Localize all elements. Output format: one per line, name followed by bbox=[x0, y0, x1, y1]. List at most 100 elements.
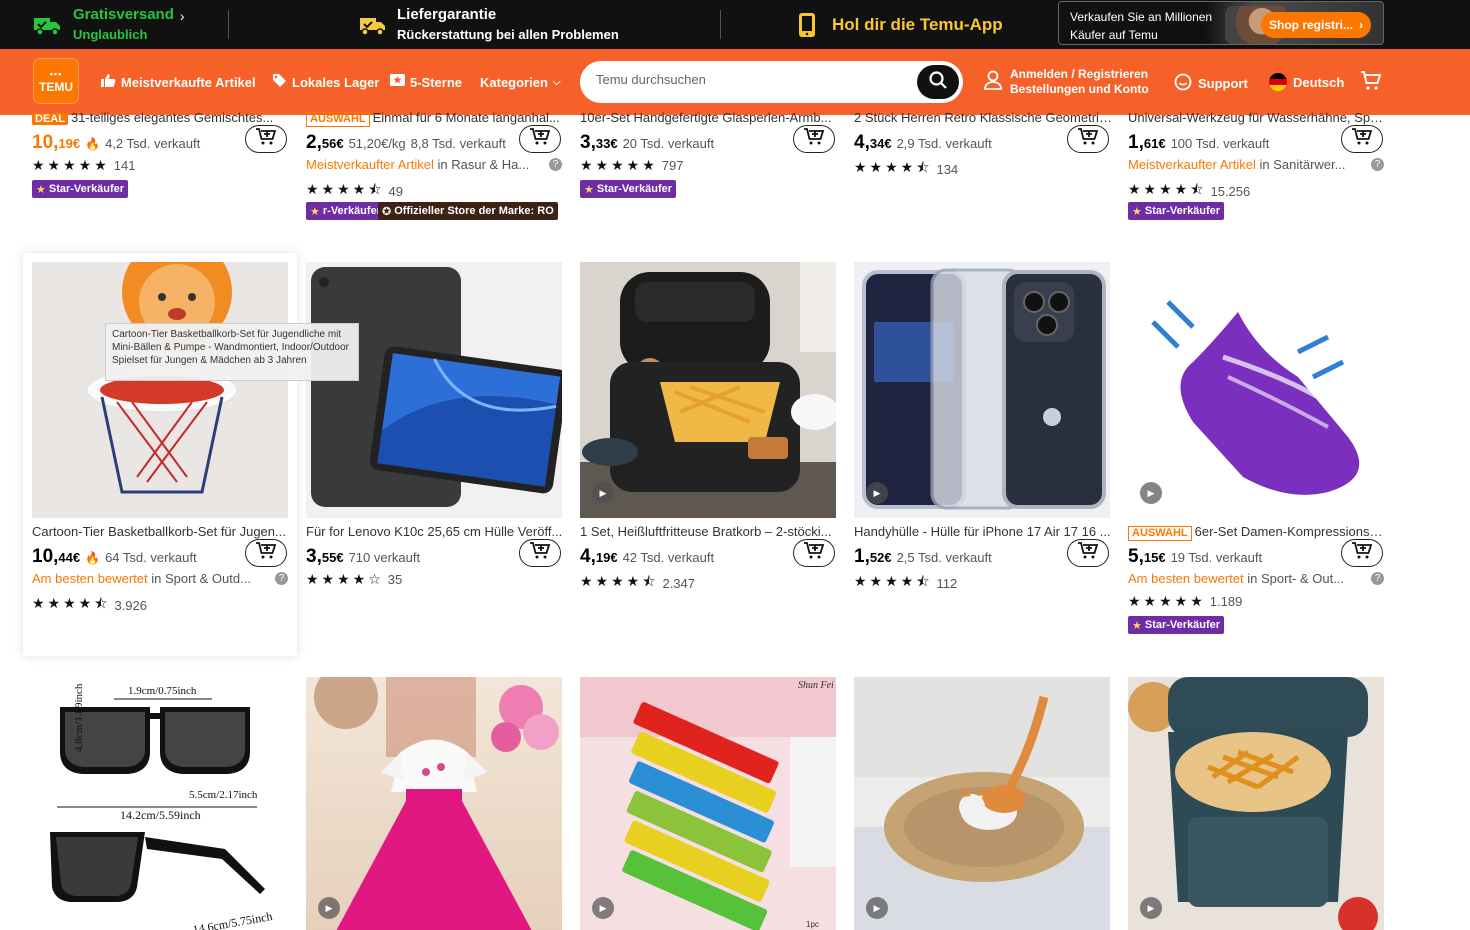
app-download-banner[interactable]: Hol dir die Temu-App bbox=[792, 0, 1003, 49]
star-rating-icon: ★★★★☆ bbox=[306, 571, 384, 587]
nav-local-warehouse[interactable]: Lokales Lager bbox=[272, 71, 379, 93]
price: 4,19€ bbox=[580, 546, 618, 568]
help-icon[interactable]: ? bbox=[1371, 158, 1384, 171]
truck-icon bbox=[33, 13, 63, 37]
add-to-cart-button[interactable] bbox=[245, 125, 287, 153]
ranking-line[interactable]: Am besten bewertet in Sport- & Out...? bbox=[1128, 571, 1386, 586]
add-to-cart-button[interactable] bbox=[1341, 125, 1383, 153]
nav-categories[interactable]: Kategorien ⌵ bbox=[480, 71, 561, 93]
nav-five-stars[interactable]: 5-Sterne bbox=[390, 71, 462, 93]
support-label: Support bbox=[1198, 76, 1248, 91]
app-title: Hol dir die Temu-App bbox=[832, 14, 1003, 34]
price-currency: € bbox=[884, 550, 892, 565]
price-currency: € bbox=[610, 550, 618, 565]
product-image[interactable] bbox=[306, 262, 562, 518]
support-link[interactable]: Support bbox=[1174, 73, 1248, 94]
cart-icon bbox=[1360, 71, 1382, 95]
divider bbox=[228, 10, 229, 39]
nav-label: Meistverkaufte Artikel bbox=[121, 74, 256, 90]
product-title[interactable]: DEAL 31-teiliges elegantes Gemischtes... bbox=[32, 110, 290, 128]
product-title[interactable]: 10er-Set Handgefertigte Glasperlen-Armb.… bbox=[580, 110, 838, 128]
cart-plus-icon bbox=[1351, 127, 1373, 151]
search-button[interactable] bbox=[917, 65, 959, 99]
product-title[interactable]: AUSWAHL Einmal für 6 Monate langanhal... bbox=[306, 110, 564, 128]
product-title[interactable]: 1 Set, Heißluftfritteuse Bratkorb – 2-st… bbox=[580, 524, 838, 542]
add-to-cart-button[interactable] bbox=[1067, 125, 1109, 153]
account-menu[interactable]: Anmelden / Registrieren Bestellungen und… bbox=[984, 67, 1149, 97]
star-icon: ★ bbox=[1132, 619, 1142, 632]
product-title[interactable]: 2 Stück Herren Retro Klassische Geometri… bbox=[854, 110, 1112, 128]
ranking-line[interactable]: Meistverkaufter Artikel in Rasur & Ha...… bbox=[306, 157, 564, 172]
rating: ★★★★⯪ 15.256 bbox=[1128, 179, 1250, 203]
rating-count: 1.189 bbox=[1209, 594, 1243, 609]
rating: ★★★★★ 1.189 bbox=[1128, 593, 1242, 610]
video-play-icon[interactable]: ▶ bbox=[592, 482, 614, 504]
ranking-line[interactable]: Am besten bewertet in Sport & Outd...? bbox=[32, 571, 290, 586]
star-seller-badge: ★ Star-Verkäufer bbox=[1128, 616, 1225, 634]
add-to-cart-button[interactable] bbox=[1067, 539, 1109, 567]
product-title[interactable]: Universal-Werkzeug für Wasserhähne, Spe.… bbox=[1128, 110, 1386, 128]
star-rating-icon: ★★★★⯪ bbox=[854, 573, 933, 589]
price: 1,61€ bbox=[1128, 132, 1166, 154]
tag-icon bbox=[272, 73, 287, 91]
product-image-harmonica: Shun Fei 1pc ▶ bbox=[580, 677, 836, 930]
price-int: 3, bbox=[580, 132, 596, 153]
product-image[interactable]: ▶ bbox=[854, 262, 1110, 518]
add-to-cart-button[interactable] bbox=[793, 125, 835, 153]
product-title[interactable]: Für for Lenovo K10c 25,65 cm Hülle Veröf… bbox=[306, 524, 564, 542]
nav-label: 5-Sterne bbox=[410, 74, 463, 90]
help-icon[interactable]: ? bbox=[275, 572, 288, 585]
product-title[interactable]: AUSWAHL 6er-Set Damen-Kompressionss... bbox=[1128, 524, 1386, 542]
price-dec: 52 bbox=[869, 550, 885, 565]
video-play-icon[interactable]: ▶ bbox=[592, 897, 614, 919]
auswahl-tag: AUSWAHL bbox=[306, 112, 370, 127]
video-play-icon[interactable]: ▶ bbox=[318, 897, 340, 919]
product-title[interactable]: Handyhülle - Hülle für iPhone 17 Air 17 … bbox=[854, 524, 1112, 542]
product-image[interactable]: ▶ bbox=[580, 262, 836, 518]
chevron-right-icon: › bbox=[1359, 18, 1363, 32]
sold-count: 64 Tsd. verkauft bbox=[105, 550, 197, 565]
video-play-icon[interactable]: ▶ bbox=[1140, 482, 1162, 504]
product-image[interactable]: ▶ bbox=[1128, 262, 1384, 518]
video-play-icon[interactable]: ▶ bbox=[1140, 897, 1162, 919]
search-icon bbox=[929, 70, 947, 94]
sold-count: 19 Tsd. verkauft bbox=[1170, 550, 1263, 565]
price-dec: 44 bbox=[58, 550, 73, 565]
temu-logo[interactable]: ▪▪▪ TEMU bbox=[33, 58, 79, 104]
ranking-line[interactable]: Meistverkaufter Artikel in Sanitärwer...… bbox=[1128, 157, 1386, 172]
deal-tag: DEAL bbox=[32, 113, 68, 125]
star-rating-icon: ★★★★★ bbox=[1128, 593, 1206, 609]
shop-register-button[interactable]: Shop registri... › bbox=[1261, 12, 1371, 38]
language-selector[interactable]: Deutsch bbox=[1269, 73, 1344, 91]
add-to-cart-button[interactable] bbox=[793, 539, 835, 567]
free-shipping-banner[interactable]: Gratisversand Unglaublich › bbox=[33, 0, 185, 49]
seller-registration-banner[interactable]: Verkaufen Sie an Millionen Käufer auf Te… bbox=[1058, 1, 1384, 45]
cart-button[interactable] bbox=[1360, 71, 1382, 96]
sold-count: 2,5 Tsd. verkauft bbox=[896, 550, 992, 565]
add-to-cart-button[interactable] bbox=[1341, 539, 1383, 567]
help-icon[interactable]: ? bbox=[549, 158, 562, 171]
pack-count-label: 1pc bbox=[806, 920, 819, 929]
add-to-cart-button[interactable] bbox=[245, 539, 287, 567]
product-image-sunglasses: 1.9cm/0.75inch 4.8cm/1.89inch 5.5cm/2.17… bbox=[32, 677, 288, 930]
add-to-cart-button[interactable] bbox=[519, 125, 561, 153]
product-title[interactable]: Cartoon-Tier Basketballkorb-Set für Juge… bbox=[32, 524, 290, 542]
product-image[interactable] bbox=[32, 262, 288, 518]
video-play-icon[interactable]: ▶ bbox=[866, 482, 888, 504]
nav-bestsellers[interactable]: Meistverkaufte Artikel bbox=[101, 71, 256, 93]
nav-label: Lokales Lager bbox=[292, 74, 380, 90]
price-int: 5, bbox=[1128, 546, 1144, 567]
video-play-icon[interactable]: ▶ bbox=[866, 897, 888, 919]
search-input[interactable] bbox=[596, 72, 896, 87]
help-icon[interactable]: ? bbox=[1371, 572, 1384, 585]
price-dec: 15 bbox=[1143, 550, 1159, 565]
sold-count: 710 verkauft bbox=[348, 550, 421, 565]
price-int: 10, bbox=[32, 546, 59, 567]
price-dec: 56 bbox=[321, 136, 337, 151]
brand-label: Shun Fei bbox=[798, 680, 834, 691]
delivery-guarantee-banner[interactable]: Liefergarantie Rückerstattung bei allen … bbox=[357, 0, 619, 49]
price-dec: 61 bbox=[1143, 136, 1159, 151]
cart-plus-icon bbox=[1077, 127, 1099, 151]
add-to-cart-button[interactable] bbox=[519, 539, 561, 567]
seller-line2: Käufer auf Temu bbox=[1070, 28, 1158, 42]
